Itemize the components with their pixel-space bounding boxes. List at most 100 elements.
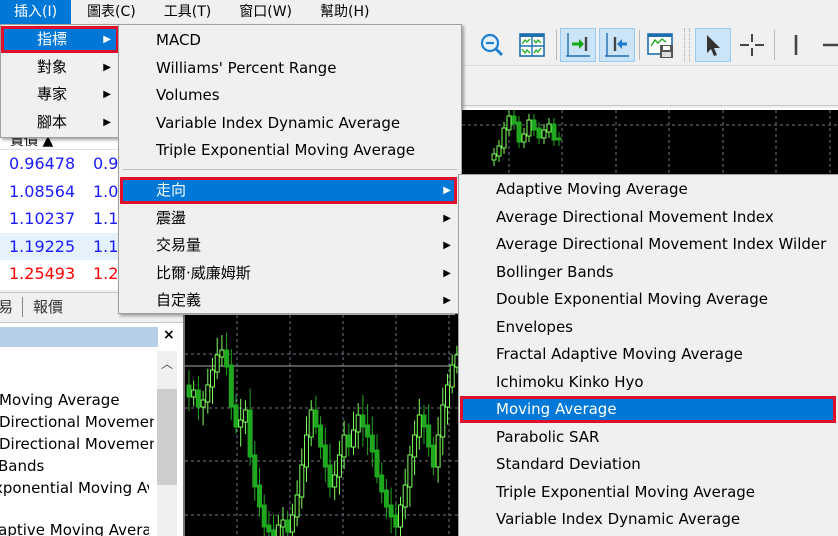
trend-indicator-item[interactable]: Envelopes xyxy=(460,314,836,341)
ask-price: 1.10 xyxy=(93,209,120,228)
scrollbar-thumb[interactable] xyxy=(157,389,177,485)
candle-body xyxy=(210,369,215,388)
indicator-menu-item[interactable]: MACD xyxy=(121,27,459,54)
trend-indicator-item[interactable]: Adaptive Moving Average xyxy=(460,176,836,203)
navigator-title-bar[interactable] xyxy=(0,327,158,347)
candle-body xyxy=(531,119,537,131)
trend-indicator-item[interactable]: Bollinger Bands xyxy=(460,259,836,286)
navigator-item[interactable]: Directional Movement xyxy=(0,413,154,431)
toolbar-grip[interactable] xyxy=(684,28,690,62)
navigator-item[interactable]: xponential Moving Ave xyxy=(0,479,149,497)
symbol-row[interactable]: 1.10237 1.10 xyxy=(0,205,120,232)
trend-indicator-item[interactable]: Moving Average xyxy=(460,396,836,423)
cursor-button[interactable] xyxy=(695,28,731,62)
navigator-item[interactable]: Directional Movement xyxy=(0,435,154,453)
toolbar xyxy=(460,24,838,66)
candle-body xyxy=(440,404,446,438)
candle-body xyxy=(393,514,399,528)
price-chart-main[interactable] xyxy=(183,315,461,536)
indicator-category-item[interactable]: 比爾·威廉姆斯 ▶ xyxy=(120,260,457,287)
menu-item-label: Double Exponential Moving Average xyxy=(496,290,768,308)
cursor-icon xyxy=(707,35,720,56)
symbol-row[interactable]: 1.27848 1.27 xyxy=(0,288,120,291)
horizontal-line-icon xyxy=(823,43,838,47)
menu-item-label: Adaptive Moving Average xyxy=(496,180,688,198)
zoom-out-button[interactable] xyxy=(474,28,510,62)
candle-body xyxy=(257,484,262,508)
vertical-line-button[interactable] xyxy=(778,28,814,62)
toolbar-separator xyxy=(639,30,640,60)
save-template-button[interactable] xyxy=(643,28,679,62)
menu-item-label: Triple Exponential Moving Average xyxy=(496,482,756,501)
trend-indicator-item[interactable]: Ichimoku Kinko Hyo xyxy=(460,369,836,396)
candle-body xyxy=(388,504,394,518)
indicator-category-item[interactable]: 震盪 ▶ xyxy=(120,205,457,232)
candle-body xyxy=(266,524,272,533)
indicator-menu-item[interactable]: Volumes xyxy=(121,82,459,109)
crosshair-button[interactable] xyxy=(734,28,770,62)
crosshair-icon xyxy=(740,34,764,56)
tab-trade[interactable]: 易 xyxy=(0,296,13,317)
navigator-item[interactable]: Bands xyxy=(0,457,153,475)
candle-body xyxy=(426,424,432,448)
tab-quotes[interactable]: 報價 xyxy=(33,296,63,317)
candle-body xyxy=(214,354,220,373)
bid-price: 1.08564 xyxy=(9,181,76,201)
submenu-arrow-icon: ▶ xyxy=(443,212,451,224)
indicator-category-item[interactable]: 走向 ▶ xyxy=(120,177,457,204)
navigator-item[interactable]: Moving Average xyxy=(0,391,154,409)
candle-body xyxy=(541,129,547,139)
submenu-arrow-icon: ▶ xyxy=(103,116,111,128)
submenu-arrow-icon: ▶ xyxy=(443,240,451,251)
candle-body xyxy=(280,519,286,528)
menu-item-label: Variable Index Dynamic Average xyxy=(156,113,401,132)
trend-indicator-item[interactable]: Average Directional Movement Index xyxy=(460,204,836,231)
ask-price: 1.08 xyxy=(93,181,120,201)
trend-indicator-item[interactable]: Average Directional Movement Index Wilde… xyxy=(460,231,836,258)
horizontal-line-button[interactable] xyxy=(812,28,838,62)
insert-menu-item[interactable]: 指標 ▶ xyxy=(1,26,119,53)
candle-body xyxy=(252,454,258,488)
tile-windows-button[interactable] xyxy=(514,28,550,62)
trend-indicator-item[interactable]: Parabolic SAR xyxy=(460,424,836,451)
menu-tools[interactable]: 工具(T) xyxy=(150,0,225,24)
insert-menu-item[interactable]: 專家 ▶ xyxy=(1,81,119,108)
insert-menu-item[interactable]: 腳本 ▶ xyxy=(1,109,119,136)
candle-body xyxy=(435,434,441,468)
chart-shift-button[interactable] xyxy=(599,28,635,62)
trend-indicator-item[interactable]: Double Exponential Moving Average xyxy=(460,286,836,313)
candle-body xyxy=(289,514,295,533)
menu-charts[interactable]: 圖表(C) xyxy=(71,0,150,24)
trend-indicator-item[interactable]: Standard Deviation xyxy=(460,451,836,478)
candle-body xyxy=(536,127,542,139)
menu-item-label: Standard Deviation xyxy=(496,455,641,473)
symbol-row[interactable]: 1.25493 1.25 xyxy=(0,260,120,287)
symbol-row[interactable]: 1.19225 1.19 xyxy=(0,232,120,260)
menu-help[interactable]: 幫助(H) xyxy=(306,0,383,24)
menu-insert[interactable]: 插入(I) xyxy=(0,0,72,24)
indicator-menu-item[interactable]: Variable Index Dynamic Average xyxy=(121,110,459,137)
trend-indicator-item[interactable]: Fractal Adaptive Moving Average xyxy=(460,341,836,368)
insert-menu-item[interactable]: 對象 ▶ xyxy=(1,54,119,81)
navigator-item[interactable]: laptive Moving Averac xyxy=(0,521,149,536)
auto-scroll-button[interactable] xyxy=(560,28,596,62)
indicator-category-item[interactable]: 自定義 ▶ xyxy=(120,287,457,314)
symbol-row[interactable]: 1.08564 1.08 xyxy=(0,178,120,205)
candle-body xyxy=(407,454,413,488)
candle-body xyxy=(379,474,385,493)
indicator-menu-item[interactable]: Triple Exponential Moving Average xyxy=(121,137,459,164)
price-chart-top[interactable] xyxy=(462,108,838,174)
menu-item-label: 走向 xyxy=(156,181,187,199)
trend-indicator-item[interactable]: Variable Index Dynamic Average xyxy=(460,506,836,533)
candlestick-chart-main xyxy=(185,315,461,536)
navigator-scrollbar[interactable]: ︿ xyxy=(157,351,177,536)
indicator-category-item[interactable]: 交易量 ▶ xyxy=(120,232,457,259)
candle-body xyxy=(402,484,408,508)
trend-indicator-item[interactable]: Triple Exponential Moving Average xyxy=(460,479,836,506)
symbol-row[interactable]: 0.96478 0.96 xyxy=(0,150,120,177)
scroll-up-icon[interactable]: ︿ xyxy=(161,355,173,372)
indicator-menu-item[interactable]: Williams' Percent Range xyxy=(121,55,459,82)
menu-item-label: Parabolic SAR xyxy=(496,427,600,446)
menu-window[interactable]: 窗口(W) xyxy=(225,0,306,24)
close-icon[interactable]: × xyxy=(163,327,175,343)
